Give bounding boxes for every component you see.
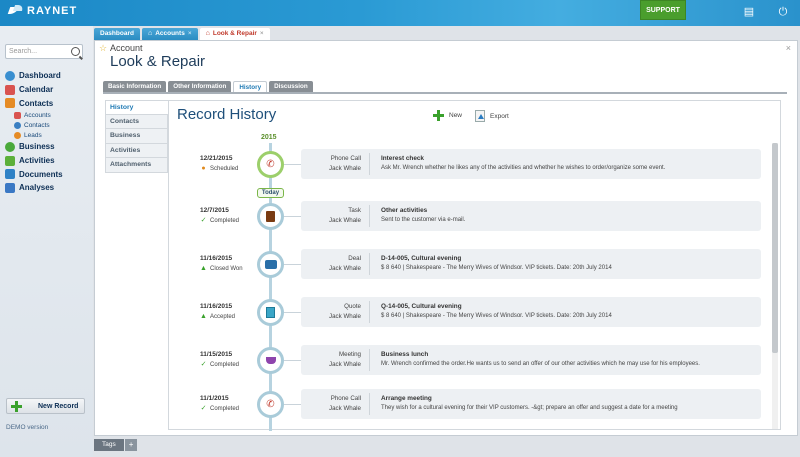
record-card[interactable]: Meeting Jack Whale Business lunch Mr. Wr… xyxy=(301,345,761,375)
today-marker: Today xyxy=(257,188,284,198)
year-label: 2015 xyxy=(261,134,277,141)
history-panel: Record History New Export 2015 Today 12/… xyxy=(168,100,781,431)
tab-other-information[interactable]: Other Information xyxy=(168,81,232,92)
home-icon: ⌂ xyxy=(147,30,153,37)
top-bar: RAYNET SUPPORT ▤ ⏻ xyxy=(0,0,800,26)
history-record[interactable]: 12/7/2015 ✓ Completed Task Jack Whale Oth… xyxy=(169,201,769,231)
export-icon xyxy=(475,110,485,122)
divider xyxy=(103,92,787,94)
sidebar-subitem-contacts[interactable]: Contacts xyxy=(5,120,89,130)
chart-icon xyxy=(5,182,15,193)
sidebar-item-documents[interactable]: Documents xyxy=(5,167,89,181)
lead-icon xyxy=(14,131,21,139)
history-record[interactable]: 11/16/2015 ▲ Accepted Quote Jack Whale Q-… xyxy=(169,297,769,327)
star-icon[interactable]: ☆ xyxy=(99,43,107,54)
bottom-bar: Tags + xyxy=(94,437,800,457)
record-card[interactable]: Quote Jack Whale Q-14-005, Cultural even… xyxy=(301,297,761,327)
left-tab-business[interactable]: Business xyxy=(105,129,168,144)
person-icon xyxy=(14,121,21,129)
history-left-tabs: History Contacts Business Activities Att… xyxy=(105,100,168,173)
tab-dashboard[interactable]: Dashboard xyxy=(94,28,140,40)
timeline-line xyxy=(269,143,272,431)
phone-icon: ✆ xyxy=(257,151,284,178)
check-icon: ✓ xyxy=(200,405,207,412)
tab-look-repair[interactable]: ⌂ Look & Repair × xyxy=(199,28,270,40)
left-tab-contacts[interactable]: Contacts xyxy=(105,114,168,129)
sidebar-subitem-accounts[interactable]: Accounts xyxy=(5,110,89,120)
tab-bar: Dashboard ⌂ Accounts × ⌂ Look & Repair × xyxy=(94,28,270,40)
scroll-thumb[interactable] xyxy=(772,143,778,353)
left-tab-activities[interactable]: Activities xyxy=(105,143,168,158)
history-record[interactable]: 11/15/2015 ✓ Completed Meeting Jack Whale… xyxy=(169,345,769,375)
logo-icon xyxy=(9,5,23,17)
message-icon[interactable]: ▤ xyxy=(742,5,756,19)
sidebar-item-contacts[interactable]: Contacts xyxy=(5,96,89,110)
calendar-icon xyxy=(5,84,15,95)
demo-label: DEMO version xyxy=(6,424,49,431)
check-icon: ✓ xyxy=(200,217,207,224)
sidebar-item-business[interactable]: Business xyxy=(5,140,89,154)
export-button[interactable]: Export xyxy=(475,110,509,122)
history-record[interactable]: 11/1/2015 ✓ Completed ✆ Phone Call Jack W… xyxy=(169,389,769,419)
check-icon: ✓ xyxy=(200,361,207,368)
home-icon: ⌂ xyxy=(205,30,210,37)
activities-icon xyxy=(5,155,15,166)
sidebar-item-dashboard[interactable]: Dashboard xyxy=(5,69,89,83)
plus-icon xyxy=(11,400,22,412)
cup-icon xyxy=(257,347,284,374)
app-logo[interactable]: RAYNET xyxy=(9,5,77,17)
record-card[interactable]: Deal Jack Whale D-14-005, Cultural eveni… xyxy=(301,249,761,279)
left-tab-history[interactable]: History xyxy=(105,100,168,115)
tab-history[interactable]: History xyxy=(233,81,268,92)
record-type: Account xyxy=(110,43,143,53)
plus-icon xyxy=(433,110,444,121)
close-tab-icon[interactable]: × xyxy=(260,28,264,40)
close-tab-icon[interactable]: × xyxy=(188,28,192,40)
tags-bar: Tags + xyxy=(94,439,138,451)
home-icon xyxy=(14,111,21,119)
clock-icon: ● xyxy=(201,165,206,172)
add-tag-button[interactable]: + xyxy=(124,439,138,451)
record-card[interactable]: Task Jack Whale Other activities Sent to… xyxy=(301,201,761,231)
contacts-icon xyxy=(5,98,15,109)
sidebar-item-calendar[interactable]: Calendar xyxy=(5,83,89,97)
page-title: Look & Repair xyxy=(110,53,206,70)
new-button[interactable]: New xyxy=(433,110,462,121)
search-icon[interactable] xyxy=(71,47,80,56)
history-record[interactable]: 12/21/2015 ● Scheduled ✆ Phone Call Jack … xyxy=(169,149,769,179)
quote-icon xyxy=(257,299,284,326)
briefcase-icon xyxy=(257,251,284,278)
documents-icon xyxy=(5,169,15,180)
scrollbar[interactable] xyxy=(772,143,778,429)
dollar-icon xyxy=(5,141,15,152)
phone-icon: ✆ xyxy=(257,391,284,418)
tab-discussion[interactable]: Discussion xyxy=(269,81,313,92)
power-icon[interactable]: ⏻ xyxy=(776,5,790,19)
history-record[interactable]: 11/16/2015 ▲ Closed Won Deal Jack Whale D… xyxy=(169,249,769,279)
app-name: RAYNET xyxy=(27,5,78,17)
record-card[interactable]: Phone Call Jack Whale Interest check Ask… xyxy=(301,149,761,179)
record-subtabs: Basic Information Other Information Hist… xyxy=(103,81,313,92)
thumbs-up-icon: ▲ xyxy=(200,313,207,320)
record-card[interactable]: Phone Call Jack Whale Arrange meeting Th… xyxy=(301,389,761,419)
record-panel: ☆ Account Look & Repair × Basic Informat… xyxy=(94,40,798,436)
sidebar: Search... Dashboard Calendar Contacts Ac… xyxy=(0,26,93,457)
new-record-button[interactable]: New Record xyxy=(6,398,85,414)
tags-button[interactable]: Tags xyxy=(94,439,124,451)
history-title: Record History xyxy=(177,106,277,123)
support-button[interactable]: SUPPORT xyxy=(640,0,686,20)
thumbs-up-icon: ▲ xyxy=(200,265,207,272)
sidebar-item-activities[interactable]: Activities xyxy=(5,154,89,168)
search-input[interactable]: Search... xyxy=(5,44,83,59)
sidebar-item-analyses[interactable]: Analyses xyxy=(5,181,89,195)
task-icon xyxy=(257,203,284,230)
tab-basic-information[interactable]: Basic Information xyxy=(103,81,167,92)
close-icon[interactable]: × xyxy=(786,43,791,53)
left-tab-attachments[interactable]: Attachments xyxy=(105,158,168,173)
sidebar-nav: Dashboard Calendar Contacts Accounts Con… xyxy=(5,69,89,195)
tab-accounts[interactable]: ⌂ Accounts × xyxy=(141,28,198,40)
sidebar-subitem-leads[interactable]: Leads xyxy=(5,130,89,140)
cloud-icon xyxy=(5,70,15,81)
